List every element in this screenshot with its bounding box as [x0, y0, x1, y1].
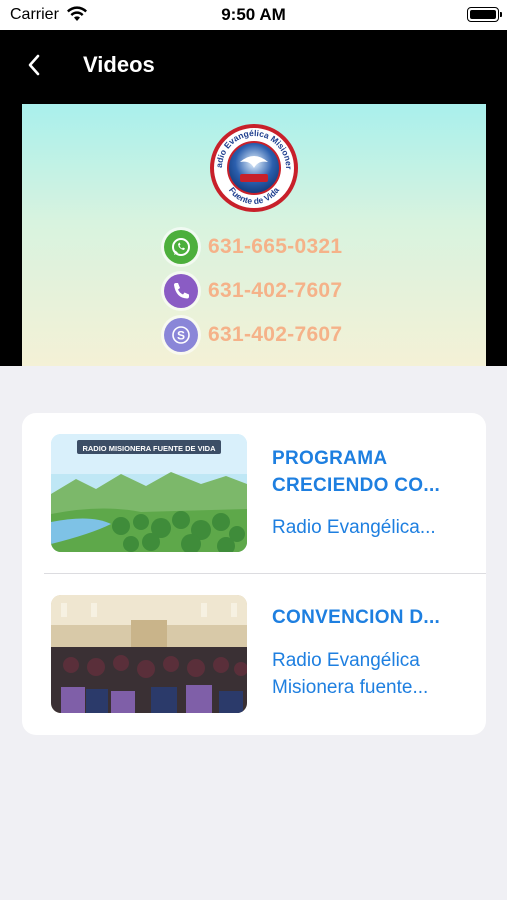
- video-title: PROGRAMA CRECIENDO CO...: [272, 445, 472, 499]
- video-title-line: CRECIENDO CO...: [272, 475, 441, 496]
- video-item-2[interactable]: CONVENCION D... Radio Evangélica Misione…: [22, 574, 486, 734]
- video-item-1[interactable]: RADIO MISIONERA FUENTE DE VIDA PROGRAMA …: [22, 413, 486, 574]
- video-subtitle-line: Misionera fuente...: [272, 677, 429, 698]
- video-title: CONVENCION D...: [272, 604, 472, 631]
- page-title: Videos: [83, 52, 155, 77]
- contact-row-skype[interactable]: S 631-402-7607: [164, 318, 342, 352]
- video-list: RADIO MISIONERA FUENTE DE VIDA PROGRAMA …: [22, 413, 486, 735]
- viber-number: 631-402-7607: [208, 279, 343, 302]
- video-thumbnail: [51, 595, 247, 713]
- banner-container: Radio Evangélica Misionera Fuente de Vid…: [0, 100, 507, 366]
- contact-row-viber[interactable]: 631-402-7607: [164, 274, 342, 308]
- video-subtitle: Radio Evangélica Misionera fuente...: [272, 647, 472, 701]
- battery-icon: [467, 7, 502, 22]
- thumbnail-caption: RADIO MISIONERA FUENTE DE VIDA: [82, 444, 216, 453]
- video-title-line: CONVENCION D...: [272, 607, 441, 628]
- whatsapp-number: 631-665-0321: [208, 235, 343, 258]
- video-title-line: PROGRAMA: [272, 448, 388, 469]
- back-button[interactable]: [20, 50, 50, 80]
- status-bar: Carrier 9:50 AM: [0, 0, 507, 30]
- clock: 9:50 AM: [221, 5, 286, 24]
- contact-row-whatsapp[interactable]: 631-665-0321: [164, 230, 342, 264]
- contact-banner: Radio Evangélica Misionera Fuente de Vid…: [22, 104, 486, 366]
- radio-logo: Radio Evangélica Misionera Fuente de Vid…: [210, 124, 298, 212]
- whatsapp-icon: [164, 230, 198, 264]
- video-subtitle-line: Radio Evangélica: [272, 650, 420, 671]
- svg-text:S: S: [177, 329, 185, 343]
- video-subtitle: Radio Evangélica...: [272, 514, 472, 541]
- skype-icon: S: [164, 318, 198, 352]
- navigation-bar: Videos: [0, 30, 507, 100]
- video-subtitle-line: Radio Evangélica...: [272, 517, 436, 538]
- viber-icon: [164, 274, 198, 308]
- skype-number: 631-402-7607: [208, 323, 343, 346]
